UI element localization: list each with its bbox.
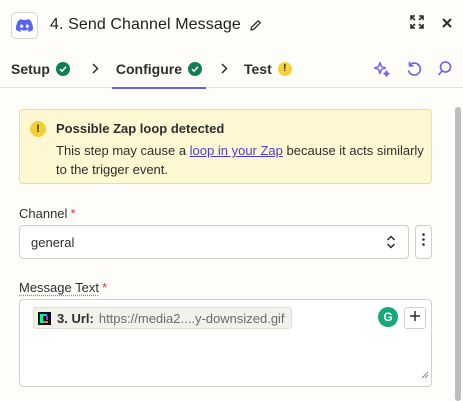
warning-text-start: This step may cause a [56, 143, 190, 158]
channel-label-text: Channel [19, 206, 68, 221]
insert-data-button[interactable] [404, 307, 426, 329]
message-label-text: Message Text [19, 280, 99, 295]
chevron-right-icon [221, 63, 228, 74]
tab-label: Setup [11, 60, 50, 77]
pill-field-value: https://media2....y-downsized.gif [98, 310, 285, 326]
zap-loop-warning: ! Possible Zap loop detected This step m… [19, 109, 432, 184]
mapped-field-pill[interactable]: 3. Url: https://media2....y-downsized.gi… [33, 307, 292, 329]
tab-setup[interactable]: Setup [11, 50, 70, 88]
step-tabs: Setup Configure Test ! [0, 50, 463, 89]
grammarly-icon[interactable]: G [378, 307, 398, 327]
pill-field-name: 3. Url: [57, 310, 94, 326]
tab-test[interactable]: Test ! [244, 50, 292, 88]
tab-label: Configure [115, 60, 182, 77]
panel-header: 4. Send Channel Message [0, 0, 463, 50]
message-text-field[interactable]: 3. Url: https://media2....y-downsized.gi… [19, 299, 432, 387]
app-logo-icon [38, 311, 51, 325]
warning-message: This step may cause a loop in your Zap b… [56, 141, 426, 179]
step-editor-panel: 4. Send Channel Message Setup Configure … [0, 0, 463, 401]
more-vertical-icon [422, 233, 425, 251]
message-text-label: Message Text * [19, 280, 107, 295]
warning-icon: ! [30, 121, 46, 137]
channel-options-button[interactable] [415, 225, 432, 259]
scrollbar[interactable] [455, 107, 461, 401]
plus-icon [409, 309, 421, 327]
discord-icon [11, 11, 38, 39]
warning-icon: ! [277, 61, 292, 76]
zap-loop-link[interactable]: loop in your Zap [190, 143, 283, 158]
tab-configure[interactable]: Configure [111, 50, 207, 89]
channel-select[interactable]: general [19, 225, 409, 259]
channel-label: Channel * [19, 206, 76, 221]
resize-handle-icon[interactable] [421, 366, 429, 384]
check-circle-icon [188, 61, 202, 76]
step-title[interactable]: 4. Send Channel Message [50, 16, 241, 34]
channel-value: general [31, 234, 75, 250]
warning-title: Possible Zap loop detected [56, 121, 225, 136]
check-circle-icon [55, 61, 70, 76]
tab-label: Test [244, 60, 272, 77]
required-mark: * [101, 280, 108, 295]
sparkle-icon[interactable] [373, 60, 391, 83]
search-icon[interactable] [437, 60, 453, 83]
required-mark: * [70, 206, 76, 221]
pencil-icon[interactable] [249, 19, 262, 32]
undo-icon[interactable] [405, 60, 423, 83]
expand-icon[interactable] [409, 14, 425, 35]
chevron-right-icon [92, 63, 99, 74]
close-icon[interactable] [441, 16, 453, 34]
chevron-up-down-icon [386, 234, 396, 253]
